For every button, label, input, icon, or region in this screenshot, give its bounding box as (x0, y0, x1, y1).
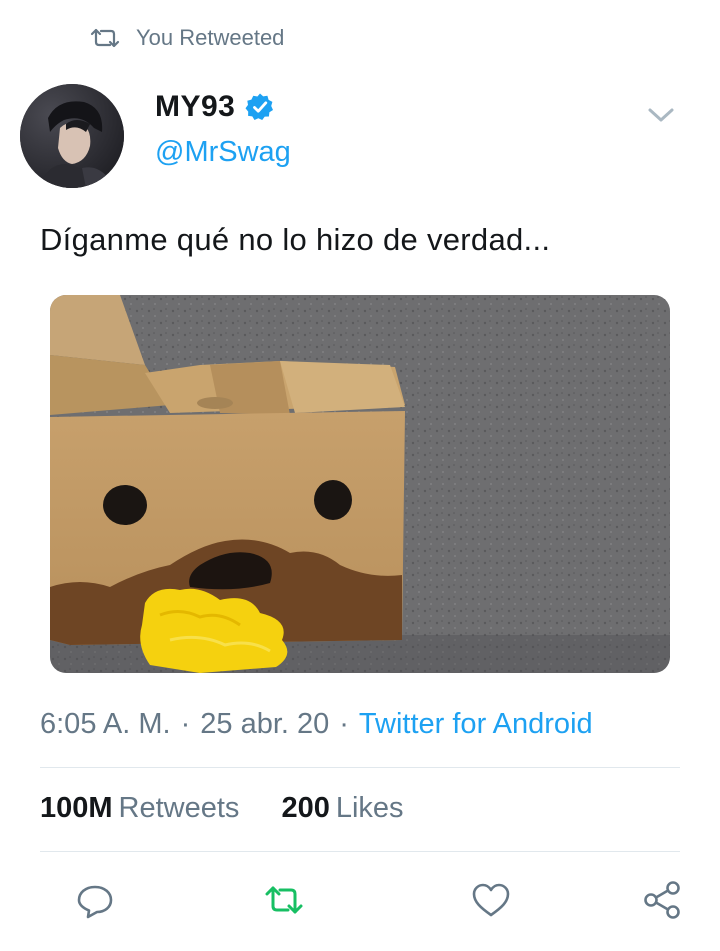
retweets-label: Retweets (118, 792, 240, 824)
tweet-stats: 100M Retweets 200 Likes (40, 792, 404, 825)
reply-button[interactable] (67, 872, 123, 928)
retweet-banner-text: You Retweeted (136, 25, 285, 50)
reply-icon (77, 885, 113, 919)
retweet-banner: You Retweeted (90, 22, 284, 54)
retweet-icon (90, 28, 120, 48)
heart-icon (472, 883, 510, 917)
retweet-button[interactable] (256, 872, 312, 928)
meta-separator: · (180, 708, 191, 740)
share-icon (644, 881, 680, 919)
tweet-date: 25 abr. 20 (200, 708, 330, 740)
like-button[interactable] (463, 872, 519, 928)
verified-badge-icon (245, 93, 274, 120)
share-button[interactable] (634, 872, 690, 928)
avatar[interactable] (20, 84, 124, 188)
divider (40, 851, 680, 852)
retweet-icon (265, 886, 303, 914)
meta-separator: · (339, 708, 349, 740)
tweet-time: 6:05 A. M. (40, 708, 171, 740)
chevron-down-icon[interactable] (646, 104, 676, 126)
retweets-stat[interactable]: 100M Retweets (40, 792, 239, 825)
likes-label: Likes (335, 792, 404, 824)
likes-count: 200 (281, 792, 330, 824)
tweet-meta: 6:05 A. M. · 25 abr. 20 · Twitter for An… (40, 708, 593, 741)
likes-stat[interactable]: 200 Likes (281, 792, 403, 825)
author-handle[interactable]: @MrSwag (155, 136, 291, 169)
tweet-actions (0, 872, 720, 928)
tweet-text: Díganme qué no lo hizo de verdad... (40, 222, 551, 257)
tweet-source-link[interactable]: Twitter for Android (359, 708, 593, 741)
tweet-media-photo[interactable] (50, 295, 670, 673)
author-display-name[interactable]: MY93 (155, 90, 235, 124)
divider (40, 767, 680, 768)
author-name-row[interactable]: MY93 (155, 90, 275, 124)
retweets-count: 100M (40, 792, 113, 824)
